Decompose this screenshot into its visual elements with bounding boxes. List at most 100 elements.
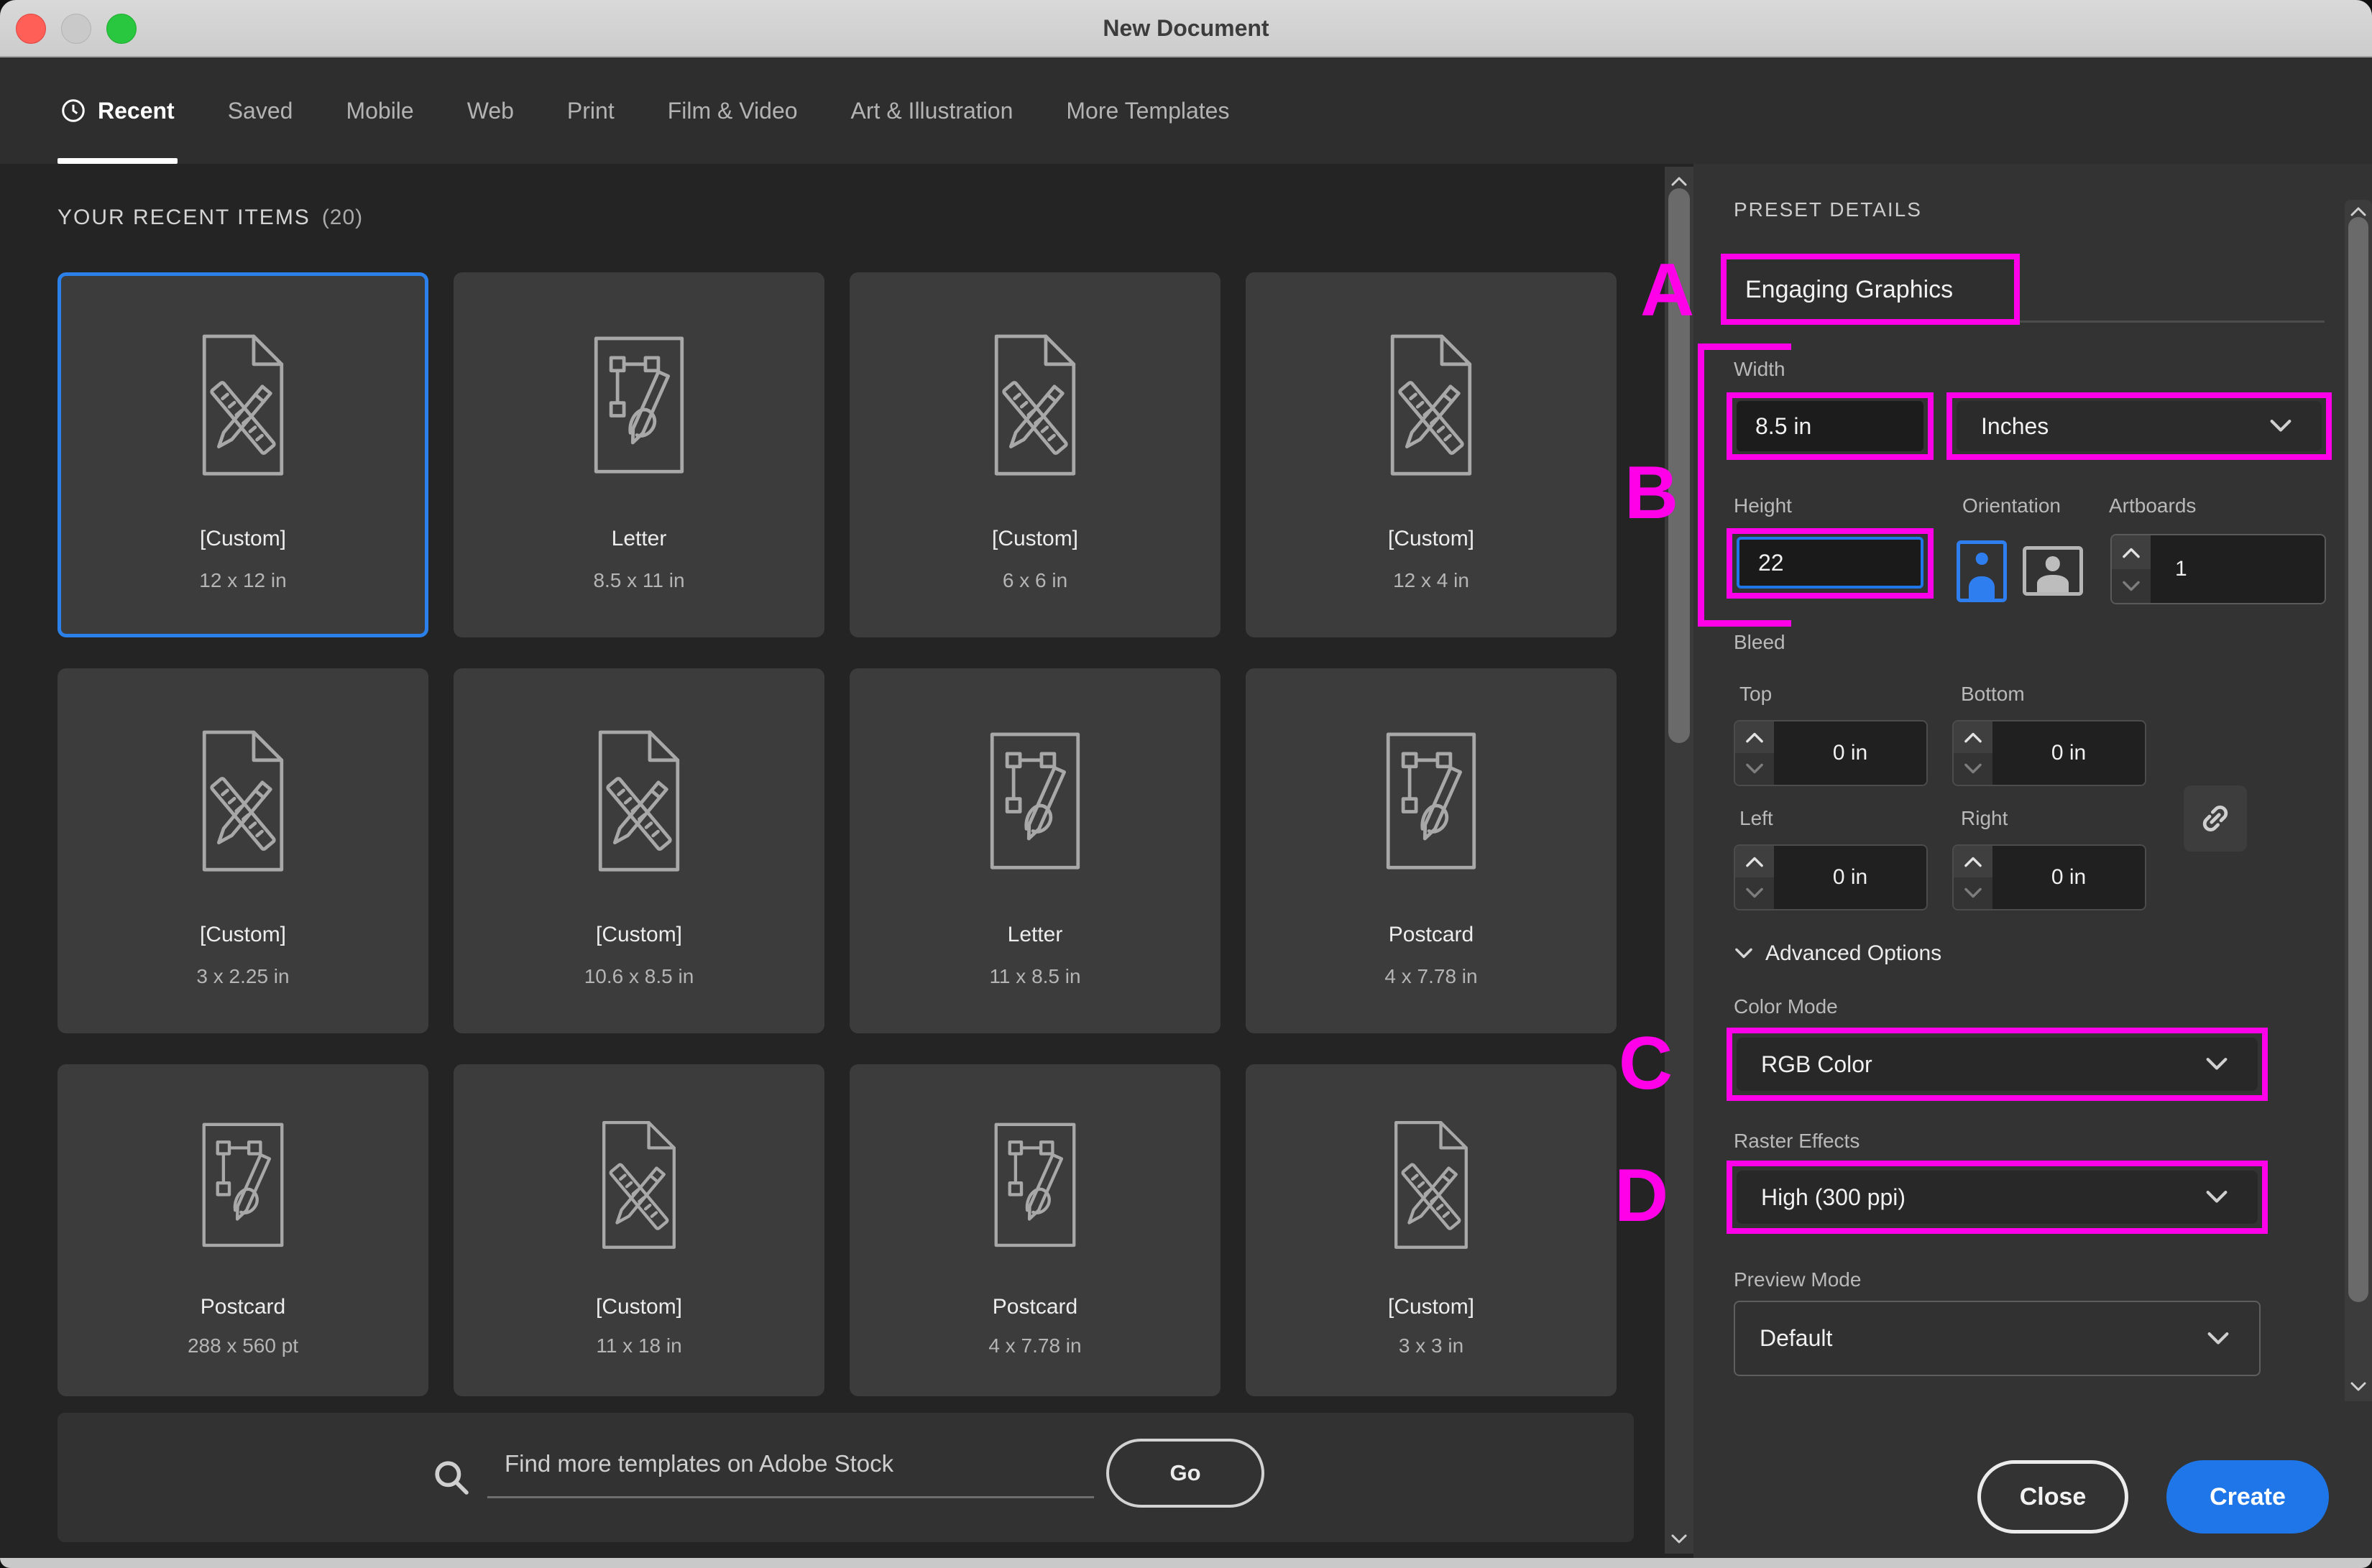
bleed-top-input[interactable] — [1774, 740, 1926, 766]
doc-icon — [927, 330, 1143, 480]
chevron-up-icon — [1744, 855, 1765, 868]
annotation-letter-c: C — [1619, 1022, 1673, 1105]
divider — [1734, 320, 2325, 323]
annotation-bracket — [1698, 343, 1791, 350]
height-field[interactable] — [1737, 537, 1923, 589]
template-card[interactable]: Postcard 4 x 7.78 in — [850, 1064, 1221, 1396]
units-dropdown[interactable]: Inches — [1957, 401, 2322, 451]
document-name-input[interactable] — [1727, 275, 2014, 305]
tab-more-templates[interactable]: More Templates — [1066, 57, 1229, 164]
link-icon — [2202, 806, 2228, 831]
scroll-down-icon[interactable] — [1670, 1534, 1688, 1545]
bleed-top-stepper[interactable] — [1734, 720, 1928, 786]
vector-icon — [927, 1117, 1143, 1253]
template-card[interactable]: [Custom] 6 x 6 in — [850, 272, 1221, 637]
tab-film-video[interactable]: Film & Video — [668, 57, 798, 164]
new-document-dialog: New Document Recent Saved Mobile Web Pri… — [0, 0, 2372, 1568]
chevron-up-icon — [1963, 855, 1983, 868]
chevron-down-icon — [2205, 1056, 2229, 1072]
chevron-up-icon — [1963, 731, 1983, 744]
scrollbar-thumb[interactable] — [2348, 217, 2368, 1302]
chevron-up-icon — [2121, 546, 2141, 559]
height-label: Height — [1734, 494, 1792, 517]
panel-scrollbar[interactable] — [2345, 200, 2372, 1401]
portrait-icon — [1969, 553, 1995, 599]
go-button[interactable]: Go — [1106, 1439, 1264, 1508]
orientation-landscape-button[interactable] — [2023, 546, 2083, 596]
template-card[interactable]: [Custom] 10.6 x 8.5 in — [454, 668, 824, 1033]
orientation-label: Orientation — [1962, 494, 2061, 517]
create-button[interactable]: Create — [2166, 1460, 2329, 1534]
tab-mobile[interactable]: Mobile — [346, 57, 413, 164]
tab-art-illustration[interactable]: Art & Illustration — [851, 57, 1013, 164]
landscape-icon — [2036, 556, 2069, 592]
decrement-button[interactable] — [2112, 569, 2151, 603]
stock-search-input[interactable] — [487, 1439, 1094, 1498]
bleed-right-stepper[interactable] — [1952, 844, 2146, 910]
recent-items-scrollbar[interactable] — [1665, 167, 1693, 1554]
doc-icon — [135, 726, 351, 876]
adobe-stock-search-panel: Go — [58, 1413, 1634, 1542]
scroll-up-icon[interactable] — [2349, 206, 2368, 217]
decrement-button[interactable] — [1954, 753, 1992, 785]
decrement-button[interactable] — [1735, 753, 1774, 785]
bleed-top-label: Top — [1739, 683, 1773, 705]
clock-icon — [62, 99, 85, 122]
link-bleed-values-button[interactable] — [2184, 785, 2247, 852]
artboards-input[interactable] — [2151, 556, 2325, 582]
bleed-left-input[interactable] — [1774, 864, 1926, 890]
raster-effects-label: Raster Effects — [1734, 1130, 1860, 1152]
artboards-stepper[interactable] — [2110, 534, 2326, 604]
chevron-down-icon — [2268, 418, 2293, 434]
template-card[interactable]: [Custom] 12 x 12 in — [58, 272, 428, 637]
scroll-down-icon[interactable] — [2349, 1381, 2368, 1393]
close-button[interactable]: Close — [1977, 1460, 2128, 1534]
increment-button[interactable] — [1954, 846, 1992, 877]
tab-recent[interactable]: Recent — [58, 57, 178, 164]
doc-icon — [135, 330, 351, 480]
annotation-bracket — [1698, 620, 1791, 627]
template-card[interactable]: Letter 11 x 8.5 in — [850, 668, 1221, 1033]
doc-icon — [531, 1117, 747, 1253]
orientation-portrait-button[interactable] — [1957, 540, 2007, 602]
chevron-down-icon — [2205, 1189, 2229, 1205]
bleed-left-stepper[interactable] — [1734, 844, 1928, 910]
tab-web[interactable]: Web — [467, 57, 514, 164]
bleed-right-label: Right — [1961, 807, 2008, 829]
color-mode-dropdown[interactable]: RGB Color — [1737, 1038, 2258, 1091]
width-label: Width — [1734, 358, 1785, 380]
advanced-options-toggle[interactable]: Advanced Options — [1734, 941, 1941, 966]
document-name-field[interactable] — [1727, 259, 2014, 320]
scroll-up-icon[interactable] — [1670, 175, 1688, 187]
preview-mode-dropdown[interactable]: Default — [1734, 1301, 2261, 1376]
template-card[interactable]: [Custom] 11 x 18 in — [454, 1064, 824, 1396]
tab-saved[interactable]: Saved — [228, 57, 293, 164]
tab-print[interactable]: Print — [567, 57, 615, 164]
increment-button[interactable] — [1954, 721, 1992, 753]
doc-icon — [1323, 1117, 1539, 1253]
template-card[interactable]: Postcard 4 x 7.78 in — [1246, 668, 1617, 1033]
template-card[interactable]: [Custom] 12 x 4 in — [1246, 272, 1617, 637]
template-card[interactable]: Letter 8.5 x 11 in — [454, 272, 824, 637]
width-field[interactable] — [1737, 401, 1923, 451]
width-input[interactable] — [1737, 412, 1923, 441]
bleed-right-input[interactable] — [1992, 864, 2145, 890]
increment-button[interactable] — [2112, 535, 2151, 569]
decrement-button[interactable] — [1735, 877, 1774, 909]
decrement-button[interactable] — [1954, 877, 1992, 909]
increment-button[interactable] — [1735, 846, 1774, 877]
raster-effects-dropdown[interactable]: High (300 ppi) — [1737, 1171, 2258, 1224]
artboards-label: Artboards — [2109, 494, 2197, 517]
bleed-label: Bleed — [1734, 631, 1785, 653]
annotation-bracket — [1698, 343, 1704, 627]
bleed-bottom-input[interactable] — [1992, 740, 2145, 766]
preview-mode-label: Preview Mode — [1734, 1268, 1862, 1291]
bleed-bottom-stepper[interactable] — [1952, 720, 2146, 786]
template-card[interactable]: Postcard 288 x 560 pt — [58, 1064, 428, 1396]
template-card[interactable]: [Custom] 3 x 2.25 in — [58, 668, 428, 1033]
increment-button[interactable] — [1735, 721, 1774, 753]
template-card[interactable]: [Custom] 3 x 3 in — [1246, 1064, 1617, 1396]
height-input[interactable] — [1739, 548, 1921, 577]
doc-icon — [1323, 330, 1539, 480]
chevron-down-icon — [2206, 1331, 2230, 1347]
